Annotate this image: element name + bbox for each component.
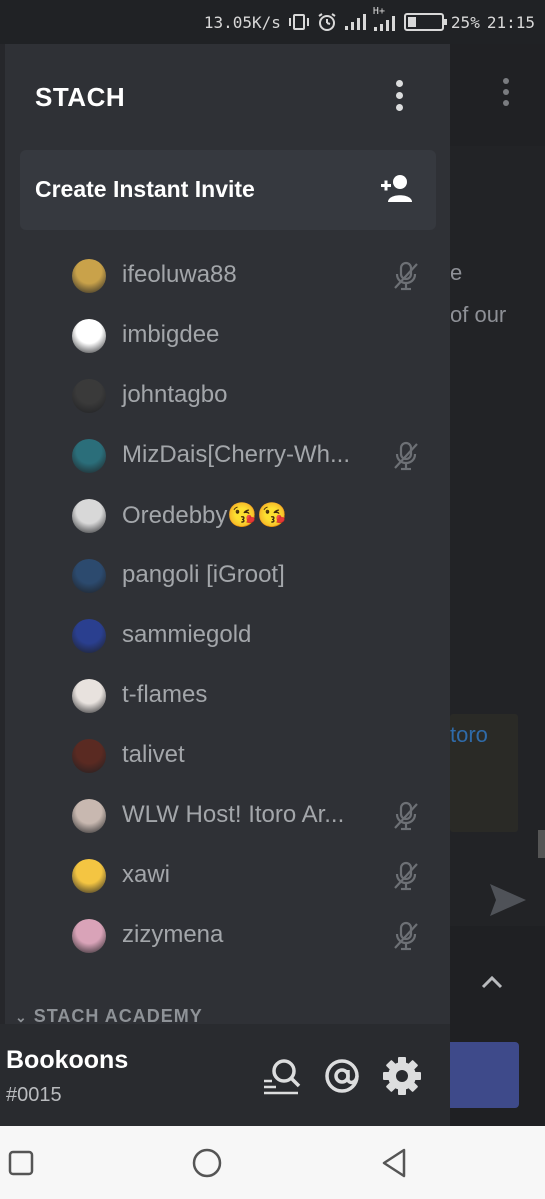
member-name: zizymena — [122, 921, 224, 948]
member-item[interactable]: t-flames — [5, 666, 450, 726]
system-nav-bar — [0, 1126, 545, 1199]
alarm-icon — [318, 13, 336, 31]
invite-label: Create Instant Invite — [35, 176, 255, 202]
server-drawer: STACH Create Instant Invite ifeoluwa88 im… — [5, 44, 450, 1126]
mic-muted-icon — [394, 261, 418, 291]
signal-icon — [344, 14, 366, 30]
member-item[interactable]: zizymena — [5, 906, 450, 966]
member-name: Oredebby😘😘 — [122, 502, 288, 529]
member-item[interactable]: ifeoluwa88 — [5, 246, 450, 306]
avatar[interactable] — [72, 379, 106, 413]
member-name: ifeoluwa88 — [122, 261, 237, 288]
background-button[interactable] — [450, 1042, 519, 1108]
clock: 21:15 — [486, 12, 535, 32]
mic-muted-icon — [394, 861, 418, 891]
avatar[interactable] — [72, 919, 106, 953]
more-vertical-icon[interactable] — [394, 80, 404, 114]
settings-icon[interactable] — [382, 1056, 422, 1096]
member-name: sammiegold — [122, 621, 252, 648]
mic-muted-icon — [394, 801, 418, 831]
member-item[interactable]: johntagbo — [5, 366, 450, 426]
member-item[interactable]: pangoli [iGroot] — [5, 546, 450, 606]
battery-icon — [403, 13, 447, 31]
member-item[interactable]: talivet — [5, 726, 450, 786]
search-icon[interactable] — [262, 1056, 302, 1096]
avatar[interactable] — [72, 799, 106, 833]
embed-link[interactable]: toro — [450, 722, 488, 748]
avatar[interactable] — [72, 499, 106, 533]
avatar[interactable] — [72, 259, 106, 293]
member-item[interactable]: WLW Host! Itoro Ar... — [5, 786, 450, 846]
avatar[interactable] — [72, 859, 106, 893]
message-text: e — [450, 260, 463, 285]
member-name: WLW Host! Itoro Ar... — [122, 801, 345, 828]
member-item[interactable]: MizDais[Cherry-Wh... — [5, 426, 450, 486]
member-name: pangoli [iGroot] — [122, 561, 285, 588]
back-icon[interactable] — [378, 1146, 412, 1180]
avatar[interactable] — [72, 619, 106, 653]
mention-icon[interactable] — [322, 1056, 362, 1096]
screen: 13.05K/s H+ 25% 21:15 e of our toro STAC… — [0, 0, 545, 1199]
channel-background: e of our toro — [450, 44, 545, 1126]
member-item[interactable]: xawi — [5, 846, 450, 906]
user-panel: Bookoons #0015 — [0, 1024, 450, 1126]
status-bar: 13.05K/s H+ 25% 21:15 — [0, 0, 545, 44]
message-text: of our — [450, 302, 507, 327]
member-item[interactable]: imbigdee — [5, 306, 450, 366]
create-invite-button[interactable]: Create Instant Invite — [20, 150, 436, 230]
server-header[interactable]: STACH — [5, 44, 450, 146]
chevron-up-icon[interactable] — [480, 974, 504, 990]
send-icon[interactable] — [488, 882, 528, 918]
user-discriminator: #0015 — [6, 1084, 62, 1106]
home-icon[interactable] — [190, 1146, 224, 1180]
add-person-icon — [381, 175, 412, 202]
avatar[interactable] — [72, 319, 106, 353]
username: Bookoons — [6, 1046, 129, 1074]
category-label: STACH ACADEMY — [33, 1006, 203, 1026]
chevron-down-icon: ⌄ — [15, 1009, 28, 1025]
mic-muted-icon — [394, 441, 418, 471]
member-name: xawi — [122, 861, 171, 888]
member-item[interactable]: Oredebby😘😘 — [5, 486, 450, 546]
avatar[interactable] — [72, 679, 106, 713]
scrollbar[interactable] — [538, 830, 545, 858]
channel-header — [450, 44, 545, 146]
avatar[interactable] — [72, 559, 106, 593]
network-speed: 13.05K/s — [203, 12, 281, 32]
member-name: imbigdee — [122, 321, 220, 348]
avatar[interactable] — [72, 439, 106, 473]
member-name: MizDais[Cherry-Wh... — [122, 441, 351, 468]
avatar[interactable] — [72, 739, 106, 773]
vibrate-icon — [288, 14, 309, 30]
server-name: STACH — [35, 82, 126, 112]
member-name: t-flames — [122, 681, 208, 708]
battery-percent: 25% — [450, 12, 480, 32]
member-item[interactable]: sammiegold — [5, 606, 450, 666]
recents-icon[interactable] — [6, 1146, 40, 1180]
member-name: johntagbo — [122, 381, 228, 408]
member-name: talivet — [122, 741, 185, 768]
mic-muted-icon — [394, 921, 418, 951]
signal-hplus-icon: H+ — [373, 6, 397, 32]
more-vertical-icon[interactable] — [503, 78, 509, 111]
